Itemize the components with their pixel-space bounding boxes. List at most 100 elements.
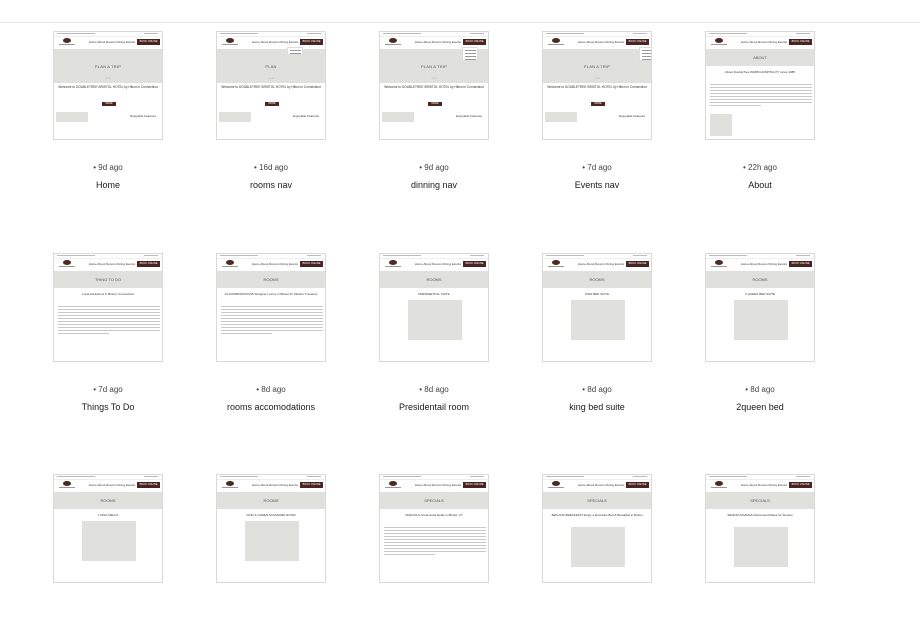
thumb-page-banner: ROOMS (706, 271, 814, 288)
paragraph-line (384, 554, 435, 555)
thumb-more-button: MORE (591, 102, 605, 106)
paragraph-line (384, 542, 486, 543)
screen-card[interactable]: Home About Rooms Dining Events BOOK ONLIN… (542, 253, 652, 423)
thumb-header: Home About Rooms Dining Events BOOK ONLIN… (543, 258, 651, 270)
screen-thumbnail[interactable]: Home About Rooms Dining Events BOOK ONLIN… (216, 253, 326, 362)
thumb-topbar-text (383, 33, 421, 34)
slider-dots: • • • (594, 76, 600, 80)
screen-card[interactable]: Home About Rooms Dining Events BOOK ONLIN… (379, 253, 489, 423)
thumb-room-image (571, 527, 625, 567)
hotel-logo-text (59, 487, 75, 488)
thumb-nav: Home About Rooms Dining Events (577, 40, 624, 44)
thumb-nav: Home About Rooms Dining Events (740, 262, 787, 266)
slider-dots: • • • (268, 76, 274, 80)
hotel-logo-text (385, 266, 401, 267)
screen-thumbnail[interactable]: Home About Rooms Dining Events BOOK ONLIN… (53, 474, 163, 583)
thumb-nav: Home About Rooms Dining Events (577, 262, 624, 266)
thumb-room-image (571, 300, 625, 340)
thumb-more-button: MORE (265, 102, 279, 106)
thumb-header: Home About Rooms Dining Events BOOK ONLIN… (543, 479, 651, 491)
screen-title[interactable]: Presidentail room (379, 402, 489, 412)
screen-title[interactable]: Home (53, 180, 163, 190)
thumb-nav: Home About Rooms Dining Events (414, 262, 461, 266)
screen-card[interactable]: Home About Rooms Dining Events BOOK ONLIN… (53, 474, 163, 644)
screen-title[interactable]: rooms nav (216, 180, 326, 190)
screen-card[interactable]: Home About Rooms Dining Events BOOK ONLIN… (705, 253, 815, 423)
screen-card[interactable]: Home About Rooms Dining Events BOOK ONLIN… (705, 474, 815, 644)
thumb-welcome: Welcome to DOUBLETREE BRISTOL HOTEL by H… (221, 85, 321, 89)
dropdown-item (465, 59, 476, 60)
thumb-room-image (734, 300, 788, 340)
hotel-logo-icon (226, 481, 234, 486)
screen-thumbnail[interactable]: Home About Rooms Dining Events BOOK ONLIN… (705, 253, 815, 362)
updated-time: • 8d ago (582, 385, 612, 394)
screen-title[interactable]: king bed suite (542, 402, 652, 412)
thumb-topbar-text (57, 476, 95, 477)
paragraph-line (710, 96, 812, 97)
screen-card[interactable]: Home About Rooms Dining Events BOOK ONLIN… (542, 31, 652, 201)
screen-card[interactable]: Home About Rooms Dining Events BOOK ONLIN… (216, 31, 326, 201)
paragraph-line (58, 321, 160, 322)
thumb-hero-title: PLAN A TRIP (94, 64, 122, 69)
thumb-nav: Home About Rooms Dining Events (414, 483, 461, 487)
thumb-header: Home About Rooms Dining Events BOOK ONLIN… (380, 258, 488, 270)
updated-time: • 22h ago (743, 163, 777, 172)
thumb-page-title: ROOMS (263, 277, 279, 282)
thumb-section-heading: Local Attractions in Bristol, Connecticu… (82, 292, 134, 296)
screen-thumbnail[interactable]: Home About Rooms Dining Events BOOK ONLIN… (705, 474, 815, 583)
thumb-feature-image (56, 112, 88, 122)
hotel-logo-icon (226, 260, 234, 265)
paragraph-line (221, 318, 323, 319)
screen-thumbnail[interactable]: Home About Rooms Dining Events BOOK ONLIN… (542, 474, 652, 583)
thumb-header: Home About Rooms Dining Events BOOK ONLIN… (217, 258, 325, 270)
screen-title[interactable]: Things To Do (53, 402, 163, 412)
paragraph-line (58, 333, 109, 334)
thumb-book-button: BOOK ONLINE (789, 39, 812, 45)
paragraph-line (58, 330, 160, 331)
screen-card[interactable]: Home About Rooms Dining Events BOOK ONLIN… (379, 474, 489, 644)
screen-card[interactable]: Home About Rooms Dining Events BOOK ONLIN… (705, 31, 815, 201)
thumb-page-banner: SPECIALS (543, 492, 651, 509)
screen-card[interactable]: Home About Rooms Dining Events BOOK ONLIN… (379, 31, 489, 201)
screen-title[interactable]: dinning nav (379, 180, 489, 190)
thumb-more-button: MORE (428, 102, 442, 106)
screen-thumbnail[interactable]: Home About Rooms Dining Events BOOK ONLIN… (53, 253, 163, 362)
thumb-header: Home About Rooms Dining Events BOOK ONLIN… (54, 36, 162, 48)
screen-thumbnail[interactable]: Home About Rooms Dining Events BOOK ONLIN… (542, 31, 652, 140)
hotel-logo-text (59, 266, 75, 267)
paragraph-line (221, 321, 323, 322)
screen-thumbnail[interactable]: Home About Rooms Dining Events BOOK ONLIN… (216, 31, 326, 140)
screen-title[interactable]: Events nav (542, 180, 652, 190)
updated-time: • 9d ago (419, 163, 449, 172)
screen-title[interactable]: rooms accomodations (216, 402, 326, 412)
thumb-about-image (710, 114, 732, 136)
screen-title[interactable]: About (705, 180, 815, 190)
screen-thumbnail[interactable]: Home About Rooms Dining Events BOOK ONLIN… (379, 253, 489, 362)
thumb-hero-title: PLAN A TRIP (583, 64, 611, 69)
hotel-logo-icon (715, 38, 723, 43)
paragraph-line (384, 548, 486, 549)
screen-card[interactable]: Home About Rooms Dining Events BOOK ONLIN… (53, 253, 163, 423)
screen-thumbnail[interactable]: Home About Rooms Dining Events BOOK ONLIN… (216, 474, 326, 583)
slider-dots: • • • (105, 76, 111, 80)
screen-card[interactable]: Home About Rooms Dining Events BOOK ONLIN… (216, 474, 326, 644)
paragraph-line (710, 102, 812, 103)
screen-title[interactable]: 2queen bed (705, 402, 815, 412)
thumb-header: Home About Rooms Dining Events BOOK ONLIN… (380, 479, 488, 491)
screen-thumbnail[interactable]: Home About Rooms Dining Events BOOK ONLIN… (53, 31, 163, 140)
hotel-logo-icon (715, 481, 723, 486)
screen-thumbnail[interactable]: Home About Rooms Dining Events BOOK ONLIN… (379, 474, 489, 583)
screen-thumbnail[interactable]: Home About Rooms Dining Events BOOK ONLIN… (379, 31, 489, 140)
thumb-nav: Home About Rooms Dining Events (88, 483, 135, 487)
paragraph-line (58, 327, 160, 328)
thumb-header: Home About Rooms Dining Events BOOK ONLIN… (706, 258, 814, 270)
paragraph-line (384, 539, 486, 540)
screen-card[interactable]: Home About Rooms Dining Events BOOK ONLIN… (53, 31, 163, 201)
screen-card[interactable]: Home About Rooms Dining Events BOOK ONLIN… (216, 253, 326, 423)
paragraph-line (58, 318, 160, 319)
thumb-nav: Home About Rooms Dining Events (88, 40, 135, 44)
screen-card[interactable]: Home About Rooms Dining Events BOOK ONLIN… (542, 474, 652, 644)
screen-thumbnail[interactable]: Home About Rooms Dining Events BOOK ONLIN… (705, 31, 815, 140)
screen-thumbnail[interactable]: Home About Rooms Dining Events BOOK ONLIN… (542, 253, 652, 362)
thumb-page-title: ROOMS (263, 498, 279, 503)
